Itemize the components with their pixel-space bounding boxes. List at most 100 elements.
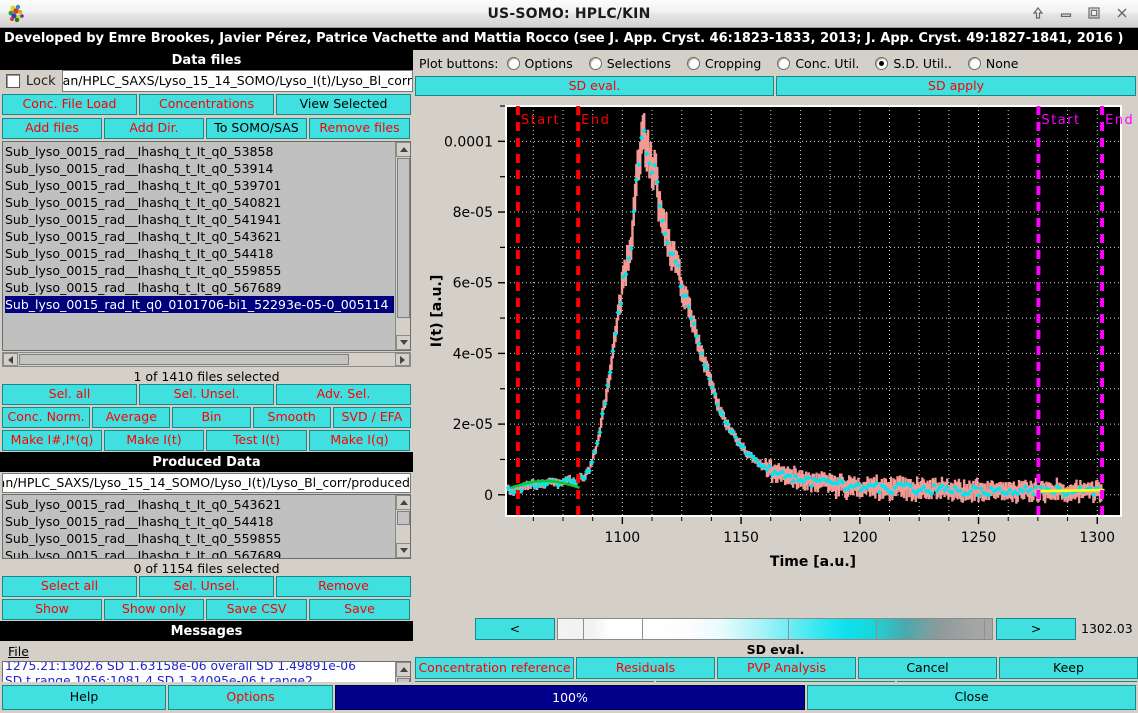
help-button[interactable]: Help (2, 685, 166, 710)
make-iq-star-button[interactable]: Make I#,I*(q) (2, 430, 102, 451)
lock-checkbox[interactable] (6, 74, 20, 88)
view-selected-button[interactable]: View Selected (276, 94, 411, 115)
produced-vscroll-thumb[interactable] (397, 511, 410, 525)
list-item[interactable]: Sub_lyso_0015_rad__Ihashq_t_It_q0_539701 (5, 177, 394, 194)
produced-scroll-up-icon[interactable] (396, 495, 411, 510)
vscroll-thumb[interactable] (397, 158, 410, 318)
scroll-right-icon[interactable] (395, 353, 410, 366)
add-files-button[interactable]: Add files (2, 118, 102, 139)
produced-scroll-down-icon[interactable] (396, 543, 411, 558)
produced-data-list[interactable]: Sub_lyso_0015_rad__Ihashq_t_It_q0_543621… (2, 494, 411, 559)
list-item[interactable]: Sub_lyso_0015_rad__Ihashq_t_It_q0_567689 (5, 279, 394, 296)
scroll-up-icon[interactable] (396, 142, 411, 157)
list-item[interactable]: Sub_lyso_0015_rad__Ihashq_t_It_q0_54418 (5, 513, 394, 530)
select-all-button[interactable]: Sel. all (2, 384, 137, 405)
sd-eval-button[interactable]: SD eval. (415, 76, 774, 96)
list-item[interactable]: Sub_lyso_0015_rad__Ihashq_t_It_q0_543621 (5, 496, 394, 513)
radio-icon[interactable] (875, 57, 888, 70)
list-item[interactable]: Sub_lyso_0015_rad_It_q0_0101706-bi1_5229… (5, 296, 394, 313)
smooth-button[interactable]: Smooth (253, 407, 331, 428)
radio-icon[interactable] (687, 57, 700, 70)
close-icon[interactable] (1114, 5, 1132, 23)
list-item[interactable]: Sub_lyso_0015_rad__Ihashq_t_It_q0_54418 (5, 245, 394, 262)
make-it-button[interactable]: Make I(t) (104, 430, 204, 451)
residuals-button[interactable]: Residuals (576, 657, 715, 679)
scroll-down-icon[interactable] (396, 335, 411, 350)
list-item[interactable]: Sub_lyso_0015_rad__Ihashq_t_It_q0_567689 (5, 547, 394, 559)
svg-text:1300: 1300 (1079, 530, 1115, 546)
plot-button-radio-none[interactable]: None (968, 56, 1019, 71)
svd-efa-button[interactable]: SVD / EFA (333, 407, 411, 428)
sd-apply-button[interactable]: SD apply (776, 76, 1136, 96)
menu-file[interactable]: File (8, 644, 29, 659)
slider-prev-button[interactable]: < (475, 618, 555, 640)
bin-button[interactable]: Bin (172, 407, 250, 428)
data-files-list[interactable]: Sub_lyso_0015_rad__Ihashq_t_It_q0_53858S… (2, 141, 411, 351)
show-only-button[interactable]: Show only (104, 599, 204, 620)
svg-text:0.0001: 0.0001 (444, 134, 493, 150)
window-title: US-SOMO: HPLC/KIN (0, 0, 1138, 28)
make-iq-button[interactable]: Make I(q) (309, 430, 410, 451)
list-item[interactable]: Sub_lyso_0015_rad__Ihashq_t_It_q0_543621 (5, 228, 394, 245)
add-dir-button[interactable]: Add Dir. (104, 118, 204, 139)
save-button[interactable]: Save (309, 599, 410, 620)
maximize-icon[interactable] (1086, 5, 1104, 23)
average-button[interactable]: Average (92, 407, 170, 428)
messages-scroll-up-icon[interactable] (396, 662, 411, 677)
radio-icon[interactable] (507, 57, 520, 70)
data-files-vscrollbar[interactable] (395, 142, 410, 350)
conc-file-load-button[interactable]: Conc. File Load (2, 94, 137, 115)
produced-sel-unsel-button[interactable]: Sel. Unsel. (139, 576, 274, 597)
time-slider-track[interactable] (557, 618, 993, 640)
y-axis-label: I(t) [a.u.] (429, 275, 445, 347)
produced-remove-button[interactable]: Remove (276, 576, 411, 597)
sel-unsel-button[interactable]: Sel. Unsel. (139, 384, 274, 405)
minimize-icon[interactable] (1058, 5, 1076, 23)
pvp-analysis-button[interactable]: PVP Analysis (717, 657, 856, 679)
adv-sel-button[interactable]: Adv. Sel. (276, 384, 411, 405)
plot-button-radio-cropping[interactable]: Cropping (687, 56, 761, 71)
list-item[interactable]: Sub_lyso_0015_rad__Ihashq_t_It_q0_559855 (5, 262, 394, 279)
to-somo-sas-button[interactable]: To SOMO/SAS (206, 118, 307, 139)
svg-text:1100: 1100 (605, 530, 641, 546)
data-path-field[interactable]: scan/HPLC_SAXS/Lyso_15_14_SOMO/Lyso_I(t)… (62, 70, 413, 92)
radio-icon[interactable] (777, 57, 790, 70)
data-files-hscrollbar[interactable] (2, 352, 411, 367)
keep-button[interactable]: Keep (999, 657, 1138, 679)
concentration-reference-button[interactable]: Concentration reference (415, 657, 574, 679)
list-item[interactable]: Sub_lyso_0015_rad__Ihashq_t_It_q0_541941 (5, 211, 394, 228)
plot-area[interactable]: StartEndStartEnd 1100115012001250130002e… (415, 98, 1136, 614)
it-vs-time-plot[interactable]: StartEndStartEnd 1100115012001250130002e… (415, 98, 1136, 614)
conc-button-row: Conc. File Load Concentrations View Sele… (2, 94, 411, 115)
list-item[interactable]: Sub_lyso_0015_rad__Ihashq_t_It_q0_559855 (5, 530, 394, 547)
concentrations-button[interactable]: Concentrations (139, 94, 274, 115)
radio-icon[interactable] (589, 57, 602, 70)
produced-vscrollbar[interactable] (395, 495, 410, 558)
show-button[interactable]: Show (2, 599, 102, 620)
close-button[interactable]: Close (807, 685, 1136, 710)
restore-up-icon[interactable] (1030, 5, 1048, 23)
sd-buttons-row: SD eval. SD apply (415, 76, 1136, 96)
slider-next-button[interactable]: > (996, 618, 1076, 640)
produced-path-field[interactable]: can/HPLC_SAXS/Lyso_15_14_SOMO/Lyso_I(t)/… (2, 473, 411, 493)
produced-data-rows: Sub_lyso_0015_rad__Ihashq_t_It_q0_543621… (3, 495, 394, 558)
list-item[interactable]: Sub_lyso_0015_rad__Ihashq_t_It_q0_53914 (5, 160, 394, 177)
plot-button-radio-selections[interactable]: Selections (589, 56, 671, 71)
scroll-left-icon[interactable] (3, 353, 18, 366)
plot-button-radio-options[interactable]: Options (507, 56, 573, 71)
save-csv-button[interactable]: Save CSV (206, 599, 307, 620)
list-item[interactable]: Sub_lyso_0015_rad__Ihashq_t_It_q0_53858 (5, 143, 394, 160)
bottom-bar: Help Options 100% Close (0, 682, 1138, 713)
make-button-row: Make I#,I*(q) Make I(t) Test I(t) Make I… (2, 430, 411, 451)
plot-button-radio-s-d-util[interactable]: S.D. Util.. (875, 56, 951, 71)
list-item[interactable]: Sub_lyso_0015_rad__Ihashq_t_It_q0_540821 (5, 194, 394, 211)
plot-button-radio-conc-util[interactable]: Conc. Util. (777, 56, 859, 71)
cancel-button[interactable]: Cancel (858, 657, 997, 679)
options-button[interactable]: Options (168, 685, 333, 710)
produced-select-all-button[interactable]: Select all (2, 576, 137, 597)
conc-norm-button[interactable]: Conc. Norm. (2, 407, 90, 428)
remove-files-button[interactable]: Remove files (309, 118, 410, 139)
test-it-button[interactable]: Test I(t) (206, 430, 307, 451)
hscroll-thumb[interactable] (19, 354, 349, 365)
radio-icon[interactable] (968, 57, 981, 70)
